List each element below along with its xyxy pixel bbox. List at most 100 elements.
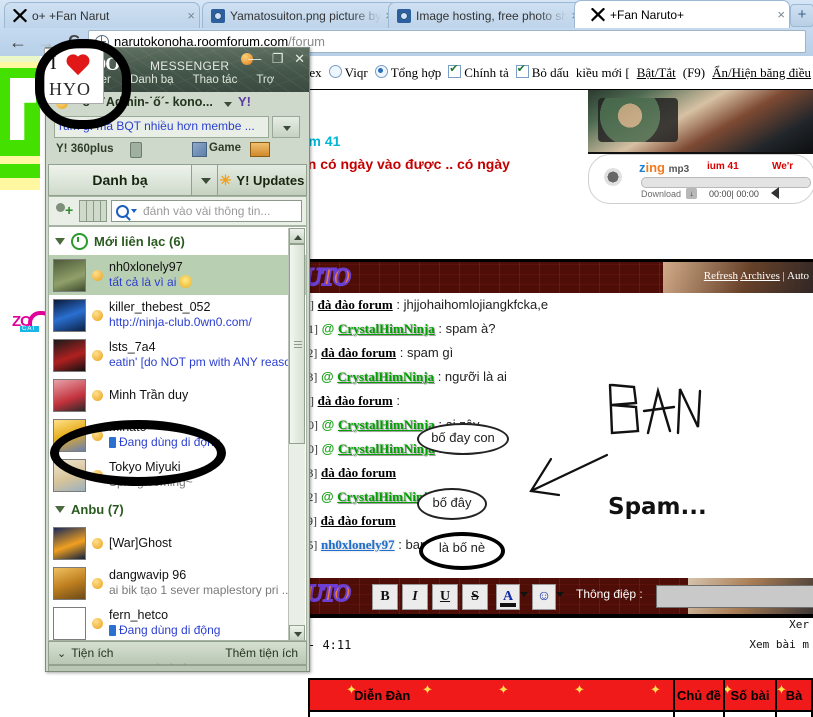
chinhta-checkbox[interactable]: Chính tả: [448, 62, 509, 81]
chevron-down-icon: ⌄: [57, 648, 67, 660]
chat-line: 6] đà đào forum : jhjjohaihomlojiangkfck…: [300, 293, 813, 317]
menu-item-thaotac[interactable]: Thao tác: [193, 74, 238, 86]
scroll-down-button[interactable]: [289, 625, 305, 640]
column-header-posts[interactable]: Số bài: [725, 680, 777, 710]
contact-list[interactable]: Mới liên lạc (6) nh0xlonely97 tất cả là …: [48, 226, 307, 641]
chat-nick[interactable]: CrystalHimNinja: [338, 321, 435, 336]
contact-status: eatin' [do NOT pm with ANY reason]: [109, 355, 301, 369]
zing-mp3-player[interactable]: zing mp3 ium 41 We'r Download ↓ 00:00| 0…: [588, 154, 813, 204]
list-item[interactable]: Tokyo Miyuki Spring coming~: [49, 455, 306, 495]
tonghop-radio[interactable]: Tổng hợp: [374, 65, 441, 81]
add-contact-icon[interactable]: [49, 198, 79, 224]
list-item[interactable]: nh0xlonely97 tất cả là vì ai: [49, 255, 306, 295]
search-input[interactable]: đánh vào vài thông tin...: [111, 200, 302, 222]
contact-status[interactable]: http://ninja-club.0wn0.com/: [109, 315, 306, 330]
chevron-down-icon[interactable]: [556, 592, 564, 597]
y360plus-link[interactable]: Y! 360plus: [56, 143, 114, 155]
chat-line: i2] @ CrystalHimNinja : La ai: [300, 485, 813, 509]
browser-tab-1[interactable]: Yamatosuiton.png picture by u ×: [202, 2, 398, 28]
underline-button[interactable]: U: [432, 584, 458, 610]
contact-list-scrollbar[interactable]: [288, 228, 305, 640]
column-header-topics[interactable]: Chủ đề: [675, 680, 725, 710]
list-item[interactable]: dangwavip 96 ai bik tạo 1 sever maplesto…: [49, 563, 306, 603]
list-item[interactable]: [War]Ghost: [49, 523, 306, 563]
view-posts-link[interactable]: Xem bài m: [749, 638, 809, 651]
smiley-button[interactable]: ☺: [532, 584, 556, 610]
contact-group-header[interactable]: Anbu (7): [49, 495, 306, 523]
column-header-last[interactable]: Bà: [777, 680, 811, 710]
maximize-icon[interactable]: ❐: [272, 51, 284, 66]
scroll-up-button[interactable]: [289, 228, 305, 244]
game-icon[interactable]: [192, 142, 207, 157]
status-message-dropdown[interactable]: [272, 116, 300, 138]
chat-message-list[interactable]: 6] đà đào forum : jhjjohaihomlojiangkfck…: [300, 293, 813, 576]
list-item[interactable]: Minh Trần duy: [49, 375, 306, 415]
chat-nick[interactable]: đà đào forum: [321, 513, 396, 528]
zing-progress-bar[interactable]: [641, 177, 811, 188]
tab-close-icon[interactable]: ×: [183, 8, 195, 23]
chat-text: :: [396, 393, 400, 408]
game-label[interactable]: Game: [209, 142, 241, 154]
message-input[interactable]: [656, 585, 813, 608]
chat-nick[interactable]: đà đào forum: [321, 465, 396, 480]
chevron-down-icon[interactable]: [224, 102, 232, 107]
font-color-button[interactable]: A: [496, 584, 520, 610]
list-item[interactable]: Minato Đang dùng di động: [49, 415, 306, 455]
contact-group-header[interactable]: Mới liên lạc (6): [49, 227, 306, 255]
left-decoration-graphic: [0, 56, 40, 256]
strikethrough-button[interactable]: S: [462, 584, 488, 610]
italic-button[interactable]: I: [402, 584, 428, 610]
messenger-tabs: Danh bạ ✳ Y! Updates: [48, 164, 307, 196]
view-posts-link-top[interactable]: Xer: [789, 618, 809, 631]
viqr-radio[interactable]: Viqr: [328, 65, 368, 81]
chevron-down-icon[interactable]: [131, 209, 137, 213]
grid-view-icon[interactable]: [79, 200, 107, 222]
browser-tab-0[interactable]: o+ +Fan Narut ×: [4, 2, 200, 28]
volume-icon[interactable]: [771, 187, 779, 199]
refresh-link[interactable]: Refresh: [704, 270, 738, 282]
close-icon[interactable]: ✕: [294, 51, 305, 66]
chat-nick[interactable]: CrystalHimNinja: [338, 417, 435, 432]
tab-contacts-dropdown[interactable]: [192, 164, 218, 196]
chat-nick[interactable]: đà đào forum: [321, 345, 396, 360]
new-tab-button[interactable]: +: [790, 4, 813, 27]
battat-link[interactable]: Bật/Tắt: [637, 65, 676, 81]
tab-title: Yamatosuiton.png picture by u: [230, 8, 382, 23]
menu-item-danhba[interactable]: Danh bạ: [130, 74, 173, 86]
zing-mp3: mp3: [668, 164, 690, 175]
tab-updates[interactable]: ✳ Y! Updates: [218, 164, 307, 196]
chat-nick[interactable]: nh0xlonely97: [321, 537, 395, 552]
chat-nick[interactable]: đà đào forum: [318, 393, 393, 408]
tab-close-icon[interactable]: ×: [773, 7, 785, 22]
list-item[interactable]: lsts_7a4 eatin' [do NOT pm with ANY reas…: [49, 335, 306, 375]
chat-nick[interactable]: đà đào forum: [318, 297, 393, 312]
minimize-icon[interactable]: —: [248, 51, 261, 66]
zing-download-label[interactable]: Download: [641, 189, 681, 199]
browser-tab-3-active[interactable]: +Fan Naruto+ ×: [574, 0, 790, 28]
bodau-checkbox[interactable]: Bỏ dấu: [515, 62, 569, 81]
chevron-down-icon[interactable]: [520, 592, 528, 597]
letter-i: I: [50, 52, 57, 74]
mail-icon[interactable]: [250, 142, 270, 157]
download-icon[interactable]: ↓: [686, 188, 697, 199]
archives-link[interactable]: Archives: [740, 270, 780, 282]
anhien-link[interactable]: Ẩn/Hiện băng điều: [712, 65, 811, 81]
status-message-input[interactable]: rum gì mà BQT nhiều hơn membe ...: [54, 116, 269, 138]
yahoo-messenger-window[interactable]: YAHOO! MESSENGER — ❐ ✕ Messenger Danh bạ…: [45, 47, 310, 672]
mobile-icon[interactable]: [130, 142, 142, 158]
chat-nick[interactable]: CrystalHimNinja: [337, 369, 434, 384]
contact-status: tất cả là vì ai: [109, 275, 306, 290]
scrollbar-thumb[interactable]: [289, 244, 305, 444]
avatar: [53, 258, 86, 292]
kieumoi-label: kiều mới [: [575, 65, 630, 80]
back-button-icon[interactable]: ←: [6, 30, 30, 54]
contact-name: killer_thebest_052: [109, 300, 211, 314]
column-header-forum[interactable]: Diễn Đàn: [310, 680, 675, 710]
presence-icon: [92, 577, 103, 589]
bold-button[interactable]: B: [372, 584, 398, 610]
add-plugin-link[interactable]: Thêm tiện ích: [225, 646, 298, 660]
list-item[interactable]: killer_thebest_052 http://ninja-club.0wn…: [49, 295, 306, 335]
list-item[interactable]: fern_hetco Đang dùng di động: [49, 603, 306, 640]
browser-tab-2[interactable]: Image hosting, free photo sha ×: [388, 2, 584, 28]
tab-contacts[interactable]: Danh bạ: [48, 164, 192, 196]
